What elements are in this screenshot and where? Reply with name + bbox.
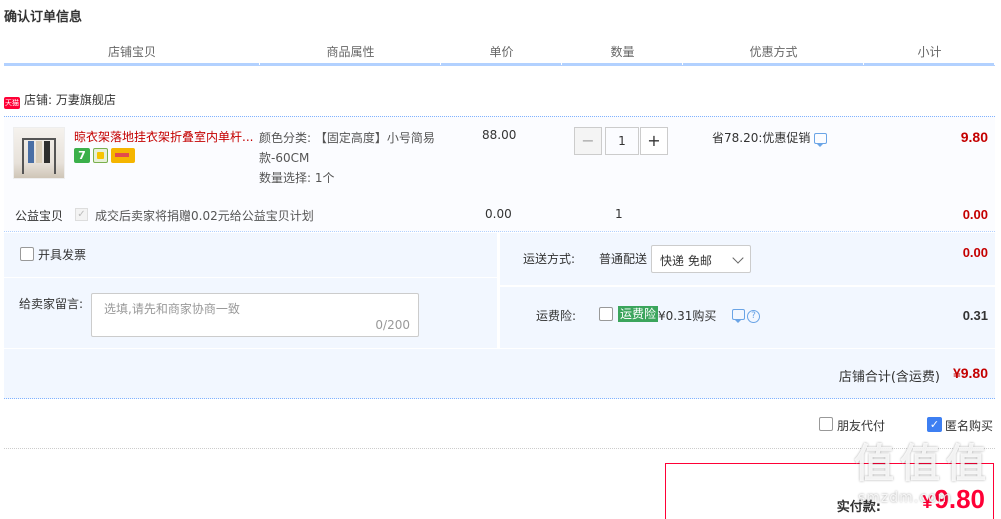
options-right: 运送方式: 普通配送 快递 免邮 0.00 运费险: 运费险 ¥0.31购买 ?… <box>500 233 995 348</box>
quantity-input[interactable]: 1 <box>605 127 639 155</box>
order-options: 开具发票 给卖家留言: 选填,请先和商家协商一致 0/200 运送方式: 普通配… <box>4 233 995 348</box>
shipping-select-value: 快递 免邮 <box>660 254 712 268</box>
currency-symbol: ¥ <box>922 492 933 512</box>
thumb-rail <box>22 138 56 140</box>
shop-total-label: 店铺合计(含运费) <box>838 370 940 385</box>
service-badges: 7 <box>74 148 138 164</box>
help-icon[interactable]: ? <box>747 310 760 323</box>
final-payment-box: 实付款: ¥9.80 <box>665 463 994 519</box>
thumb-leg <box>54 138 56 174</box>
shop-total: 店铺合计(含运费) ¥9.80 <box>4 349 995 399</box>
column-header-attributes: 商品属性 <box>260 42 441 65</box>
final-payment-label: 实付款: <box>836 500 881 515</box>
shopping-bag-icon[interactable] <box>93 148 108 163</box>
charity-total: 0.00 <box>962 207 988 222</box>
invoice-label[interactable]: 开具发票 <box>38 246 86 263</box>
decrease-button[interactable]: − <box>574 127 602 155</box>
shipping-fee: 0.00 <box>962 245 988 260</box>
insurance-price: ¥0.31购买 <box>658 309 717 323</box>
credit-card-icon[interactable] <box>111 148 135 163</box>
chat-bubble-icon[interactable] <box>732 309 745 323</box>
page-title: 确认订单信息 <box>4 10 83 25</box>
anonymous-checkbox[interactable]: ✓ <box>927 417 942 432</box>
chat-bubble-icon[interactable] <box>814 133 828 147</box>
thumb-leg <box>22 138 24 174</box>
insurance-label: 运费险: <box>536 309 577 323</box>
column-header-subtotal: 小计 <box>864 42 995 65</box>
tmall-icon: 天猫 <box>4 97 20 109</box>
shop-name[interactable]: 店铺: 万妻旗舰店 <box>24 93 116 107</box>
charity-label: 公益宝贝 <box>15 209 64 223</box>
insurance-icons: ? <box>728 307 760 323</box>
final-payment-value: ¥9.80 <box>922 484 985 515</box>
shop-row: 天猫 店铺: 万妻旗舰店 <box>4 92 116 109</box>
item-subtotal: 9.80 <box>960 129 988 145</box>
charity-price: 0.00 <box>485 207 512 221</box>
seven-day-return-icon[interactable]: 7 <box>74 148 90 163</box>
message-textarea[interactable]: 选填,请先和商家协商一致 0/200 <box>91 293 419 337</box>
attr-color: 颜色分类: 【固定高度】小号简易款-60CM <box>259 131 435 165</box>
insurance-checkbox[interactable] <box>599 307 613 321</box>
item-attributes: 颜色分类: 【固定高度】小号简易款-60CM 数量选择: 1个 <box>259 128 449 188</box>
quantity-stepper: − 1 + <box>574 127 671 155</box>
friend-pay-label[interactable]: 朋友代付 <box>837 417 885 434</box>
discount-text: 省78.20:优惠促销 <box>712 131 811 145</box>
column-header-shop-item: 店铺宝贝 <box>4 42 260 65</box>
unit-price: 88.00 <box>482 128 517 142</box>
insurance-fee: 0.31 <box>962 308 988 323</box>
invoice-checkbox[interactable] <box>20 247 34 261</box>
shipping-type: 普通配送 <box>599 252 648 266</box>
insurance-tag: 运费险 <box>618 306 659 322</box>
anonymous-label[interactable]: 匿名购买 <box>945 417 993 434</box>
shipping-select[interactable]: 快递 免邮 <box>651 245 751 273</box>
shop-total-value: ¥9.80 <box>952 365 988 381</box>
message-label: 给卖家留言: <box>19 297 84 311</box>
increase-button[interactable]: + <box>640 127 668 155</box>
friend-pay-checkbox[interactable] <box>819 417 833 431</box>
item-title-link[interactable]: 晾衣架落地挂衣架折叠室内单杆... <box>74 128 258 145</box>
thumb-cloth <box>36 141 42 163</box>
payment-options: 朋友代付 ✓ 匿名购买 <box>4 413 995 449</box>
invoice-cell: 开具发票 <box>4 233 497 277</box>
shipping-label: 运送方式: <box>523 252 576 266</box>
attr-quantity: 数量选择: 1个 <box>259 171 335 185</box>
charity-checkbox: ✓ <box>75 208 88 221</box>
order-item-block: 晾衣架落地挂衣架折叠室内单杆... 7 颜色分类: 【固定高度】小号简易款-60… <box>4 116 995 232</box>
charity-quantity: 1 <box>615 207 623 221</box>
options-left: 开具发票 给卖家留言: 选填,请先和商家协商一致 0/200 <box>4 233 497 348</box>
discount-info: 省78.20:优惠促销 <box>712 129 828 147</box>
divider <box>4 277 497 278</box>
item-thumbnail[interactable] <box>13 127 65 179</box>
column-header-quantity: 数量 <box>562 42 683 65</box>
final-amount: 9.80 <box>934 484 985 514</box>
thumb-cloth <box>44 141 50 163</box>
thumb-cloth <box>28 141 34 163</box>
message-placeholder: 选填,请先和商家协商一致 <box>104 302 240 316</box>
column-header-discount: 优惠方式 <box>683 42 864 65</box>
charity-text: 成交后卖家将捐赠0.02元给公益宝贝计划 <box>95 209 314 223</box>
column-headers: 店铺宝贝 商品属性 单价 数量 优惠方式 小计 <box>4 42 995 66</box>
message-char-count: 0/200 <box>375 318 410 332</box>
divider <box>500 285 995 287</box>
chevron-down-icon <box>732 252 744 264</box>
column-header-unit-price: 单价 <box>441 42 562 65</box>
